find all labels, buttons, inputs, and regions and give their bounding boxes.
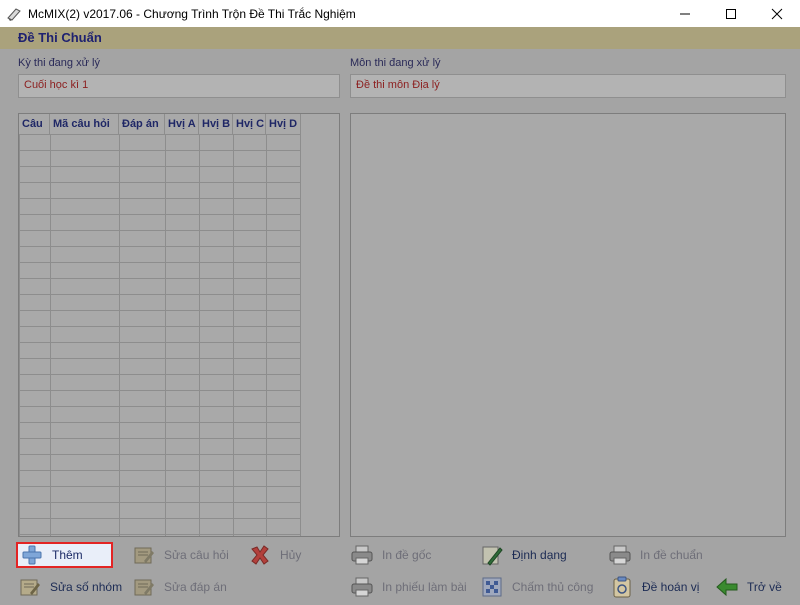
- plus-icon: [22, 545, 42, 565]
- close-button[interactable]: [754, 0, 800, 27]
- printer-icon: [609, 545, 631, 565]
- back-arrow-icon: [716, 577, 738, 597]
- huy-label: Hủy: [280, 548, 302, 562]
- question-preview-panel[interactable]: [350, 113, 786, 537]
- column-header-ma-cau-hoi[interactable]: Mã câu hỏi: [50, 114, 119, 134]
- them-button[interactable]: Thêm: [16, 542, 113, 568]
- grading-grid-icon: [482, 577, 502, 597]
- column-header-hvi-a[interactable]: Hvị A: [165, 114, 199, 134]
- sua-so-nhom-button[interactable]: Sửa số nhóm: [18, 574, 122, 600]
- them-label: Thêm: [52, 548, 83, 562]
- dinh-dang-label: Định dạng: [512, 548, 567, 562]
- sua-cau-hoi-label: Sửa câu hỏi: [164, 548, 229, 562]
- in-de-chuan-button[interactable]: In đề chuẩn: [608, 542, 703, 568]
- page-title: Đề Thi Chuẩn: [18, 30, 102, 45]
- edit-document-icon: [20, 579, 40, 596]
- header-band: Đề Thi Chuẩn: [0, 27, 800, 49]
- format-pen-icon: [482, 546, 503, 566]
- client-area: Đề Thi Chuẩn Kỳ thi đang xử lý Cuối học …: [0, 27, 800, 605]
- tro-ve-button[interactable]: Trở về: [715, 574, 782, 600]
- window-title: McMIX(2) v2017.06 - Chương Trình Trộn Đề…: [28, 6, 356, 21]
- subject-field[interactable]: Đề thi môn Địa lý: [350, 74, 786, 98]
- edit-document-icon: [134, 579, 154, 596]
- de-hoan-vi-button[interactable]: Đề hoán vị: [610, 574, 699, 600]
- in-de-goc-label: In đề gốc: [382, 548, 432, 562]
- close-icon: [771, 8, 783, 19]
- cham-thu-cong-button[interactable]: Chấm thủ công: [480, 574, 593, 600]
- printer-icon: [351, 545, 373, 565]
- in-de-chuan-label: In đề chuẩn: [640, 548, 703, 562]
- dinh-dang-button[interactable]: Định dạng: [480, 542, 567, 568]
- edit-document-icon: [134, 547, 154, 564]
- sua-so-nhom-label: Sửa số nhóm: [50, 580, 123, 594]
- sua-dap-an-label: Sửa đáp án: [164, 580, 227, 594]
- in-de-goc-button[interactable]: In đề gốc: [350, 542, 431, 568]
- grid-header: Câu Mã câu hỏi Đáp án Hvị A Hvị B Hvị C …: [19, 114, 301, 134]
- cham-thu-cong-label: Chấm thủ công: [512, 580, 594, 594]
- grid-cells: [19, 134, 301, 536]
- column-header-dap-an[interactable]: Đáp án: [119, 114, 165, 134]
- exam-label: Kỳ thi đang xử lý: [18, 57, 100, 69]
- sua-cau-hoi-button[interactable]: Sửa câu hỏi: [132, 542, 229, 568]
- column-header-hvi-c[interactable]: Hvị C: [233, 114, 266, 134]
- exam-value: Cuối học kì 1: [24, 79, 89, 91]
- de-hoan-vi-label: Đề hoán vị: [642, 580, 700, 594]
- column-header-hvi-b[interactable]: Hvị B: [199, 114, 233, 134]
- clipboard-icon: [613, 576, 631, 598]
- column-header-cau[interactable]: Câu: [19, 114, 50, 134]
- question-grid[interactable]: Câu Mã câu hỏi Đáp án Hvị A Hvị B Hvị C …: [18, 113, 340, 537]
- tro-ve-label: Trở về: [747, 580, 782, 594]
- delete-x-icon: [251, 545, 269, 565]
- minimize-icon: [680, 13, 690, 14]
- subject-label: Môn thi đang xử lý: [350, 57, 441, 69]
- huy-button[interactable]: Hủy: [248, 542, 301, 568]
- title-bar: McMIX(2) v2017.06 - Chương Trình Trộn Đề…: [0, 0, 800, 27]
- column-header-hvi-d[interactable]: Hvị D: [266, 114, 301, 134]
- maximize-icon: [726, 8, 736, 19]
- in-phieu-lam-bai-button[interactable]: In phiếu làm bài: [350, 574, 467, 600]
- in-phieu-lam-bai-label: In phiếu làm bài: [382, 580, 467, 594]
- maximize-button[interactable]: [708, 0, 754, 27]
- minimize-button[interactable]: [662, 0, 708, 27]
- exam-field[interactable]: Cuối học kì 1: [18, 74, 340, 98]
- sua-dap-an-button[interactable]: Sửa đáp án: [132, 574, 227, 600]
- subject-value: Đề thi môn Địa lý: [356, 79, 440, 91]
- printer-icon: [351, 577, 373, 597]
- app-icon: [7, 7, 21, 21]
